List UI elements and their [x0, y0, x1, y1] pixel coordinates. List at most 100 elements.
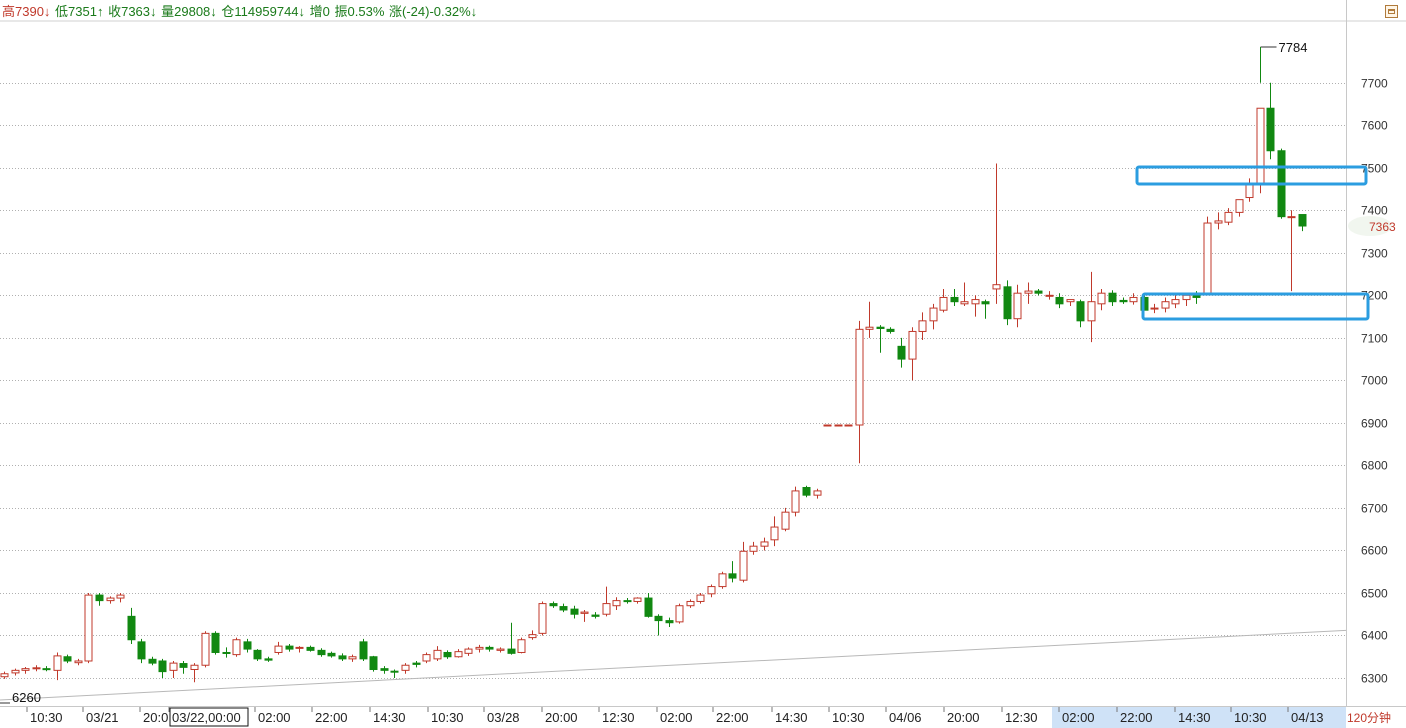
- candle-body[interactable]: [981, 301, 990, 305]
- candle-body[interactable]: [1119, 299, 1128, 303]
- candlestick-chart[interactable]: 6300640065006600670068006900700071007200…: [0, 0, 1406, 728]
- candle-body[interactable]: [886, 328, 895, 332]
- candle-body[interactable]: [53, 655, 62, 671]
- candle-body[interactable]: [929, 307, 938, 322]
- candle-body[interactable]: [412, 662, 421, 665]
- candle-body[interactable]: [1024, 290, 1033, 294]
- candle-body[interactable]: [1013, 292, 1022, 320]
- candle-body[interactable]: [253, 649, 262, 660]
- candle-body[interactable]: [1087, 301, 1096, 322]
- candle-body[interactable]: [591, 614, 600, 617]
- candle-body[interactable]: [1256, 107, 1265, 186]
- candle-body[interactable]: [190, 664, 199, 670]
- candle-body[interactable]: [908, 330, 917, 360]
- candle-body[interactable]: [559, 606, 568, 611]
- candle-body[interactable]: [1161, 301, 1170, 309]
- candle-body[interactable]: [1097, 292, 1106, 305]
- candle-body[interactable]: [580, 611, 589, 614]
- candle-body[interactable]: [1266, 107, 1275, 152]
- candle-body[interactable]: [369, 656, 378, 670]
- candle-body[interactable]: [169, 662, 178, 671]
- period-label[interactable]: 120分钟: [1347, 709, 1391, 726]
- candle-body[interactable]: [32, 667, 41, 670]
- candle-body[interactable]: [63, 656, 72, 662]
- candle-body[interactable]: [380, 668, 389, 671]
- candle-body[interactable]: [317, 649, 326, 656]
- candle-body[interactable]: [295, 646, 304, 649]
- candle-body[interactable]: [739, 550, 748, 581]
- candle-body[interactable]: [148, 658, 157, 664]
- candle-body[interactable]: [1150, 307, 1159, 310]
- candle-body[interactable]: [1182, 294, 1191, 301]
- candle-body[interactable]: [960, 301, 969, 305]
- candle-body[interactable]: [222, 651, 231, 654]
- candle-body[interactable]: [1298, 214, 1307, 227]
- candle-body[interactable]: [0, 673, 9, 678]
- candle-body[interactable]: [137, 641, 146, 660]
- candle-body[interactable]: [274, 645, 283, 653]
- candle-body[interactable]: [1076, 301, 1085, 322]
- candle-body[interactable]: [770, 526, 779, 541]
- candle-body[interactable]: [454, 651, 463, 658]
- candle-body[interactable]: [475, 646, 484, 650]
- candle-body[interactable]: [1287, 216, 1296, 219]
- candle-body[interactable]: [813, 490, 822, 496]
- candle-body[interactable]: [675, 605, 684, 623]
- candle-body[interactable]: [1245, 184, 1254, 199]
- candle-body[interactable]: [422, 654, 431, 662]
- candle-body[interactable]: [855, 328, 864, 426]
- candle-body[interactable]: [865, 326, 874, 330]
- candle-body[interactable]: [338, 655, 347, 660]
- candle-body[interactable]: [433, 649, 442, 660]
- candle-body[interactable]: [749, 545, 758, 552]
- candle-body[interactable]: [834, 424, 843, 427]
- candle-body[interactable]: [1045, 294, 1054, 297]
- candle-body[interactable]: [464, 648, 473, 654]
- candle-body[interactable]: [1203, 222, 1212, 294]
- candle-body[interactable]: [1066, 299, 1075, 303]
- candle-body[interactable]: [549, 603, 558, 607]
- candle-body[interactable]: [633, 597, 642, 602]
- candle-body[interactable]: [327, 652, 336, 657]
- candle-body[interactable]: [74, 660, 83, 664]
- candle-body[interactable]: [179, 663, 188, 668]
- candle-body[interactable]: [243, 641, 252, 650]
- candle-body[interactable]: [390, 670, 399, 673]
- candle-body[interactable]: [42, 668, 51, 671]
- window-toggle-icon[interactable]: [1385, 5, 1398, 18]
- candle-body[interactable]: [844, 424, 853, 427]
- candle-body[interactable]: [211, 632, 220, 653]
- candle-body[interactable]: [654, 615, 663, 622]
- candle-body[interactable]: [1235, 199, 1244, 213]
- candle-body[interactable]: [1214, 220, 1223, 224]
- candle-body[interactable]: [918, 320, 927, 332]
- candle-body[interactable]: [612, 600, 621, 607]
- candle-body[interactable]: [21, 668, 30, 671]
- candle-body[interactable]: [644, 597, 653, 617]
- candle-body[interactable]: [950, 296, 959, 303]
- candle-body[interactable]: [760, 541, 769, 547]
- candle-body[interactable]: [897, 345, 906, 360]
- candle-body[interactable]: [517, 639, 526, 653]
- candle-body[interactable]: [95, 594, 104, 602]
- candle-body[interactable]: [201, 632, 210, 666]
- candle-body[interactable]: [359, 641, 368, 660]
- candle-body[interactable]: [84, 594, 93, 662]
- candle-body[interactable]: [665, 620, 674, 624]
- candle-body[interactable]: [602, 603, 611, 615]
- candle-body[interactable]: [306, 646, 315, 651]
- candle-body[interactable]: [802, 487, 811, 496]
- candle-body[interactable]: [623, 600, 632, 603]
- candle-body[interactable]: [496, 648, 505, 651]
- candle-body[interactable]: [1171, 299, 1180, 305]
- candle-body[interactable]: [11, 669, 20, 674]
- candle-body[interactable]: [264, 658, 273, 661]
- candle-body[interactable]: [1003, 286, 1012, 320]
- candle-body[interactable]: [686, 600, 695, 607]
- candle-body[interactable]: [707, 586, 716, 595]
- candle-body[interactable]: [1224, 211, 1233, 223]
- candle-body[interactable]: [876, 326, 885, 329]
- candle-body[interactable]: [116, 594, 125, 599]
- candle-body[interactable]: [285, 645, 294, 650]
- candle-body[interactable]: [443, 651, 452, 658]
